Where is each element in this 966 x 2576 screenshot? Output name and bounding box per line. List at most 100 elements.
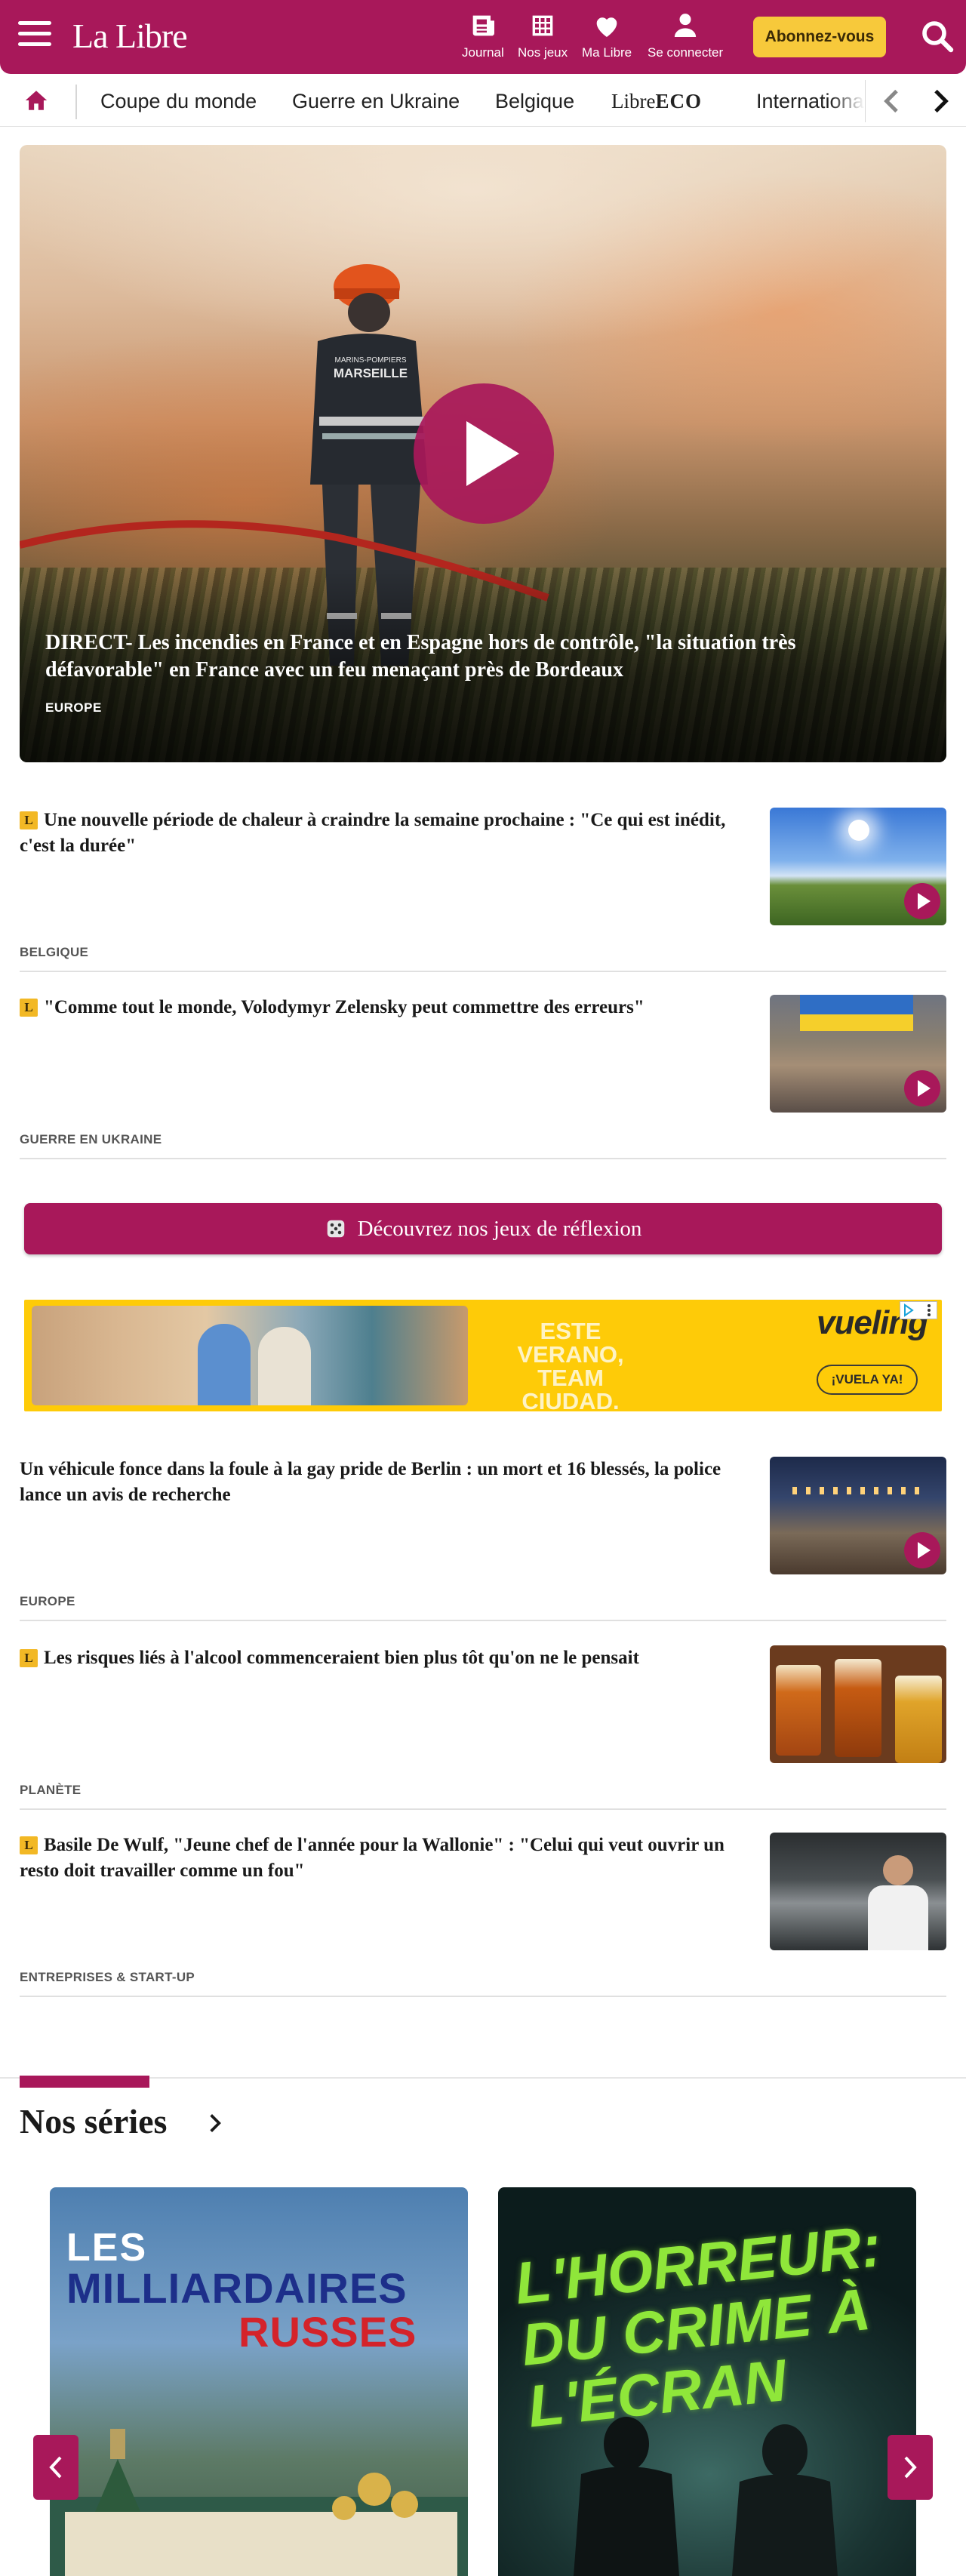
category-libre-eco[interactable]: LibreECO <box>611 88 702 115</box>
article-tag[interactable]: ENTREPRISES & START-UP <box>20 1970 195 1985</box>
article-thumbnail[interactable] <box>770 808 946 925</box>
video-play-button[interactable] <box>904 1532 940 1568</box>
series-card-line-1: LES <box>66 2226 148 2270</box>
helmet-text-1: MARINS-POMPIERS <box>334 356 406 365</box>
puzzle-icon <box>532 15 553 36</box>
chef-face <box>883 1855 913 1885</box>
premium-badge: L <box>20 811 38 829</box>
search-icon[interactable] <box>919 18 955 54</box>
nav-jeux[interactable]: Nos jeux <box>518 11 568 60</box>
helmet-text-2: MARSEILLE <box>334 366 408 380</box>
silhouettes-illustration <box>574 2417 838 2576</box>
dice-icon <box>327 1220 344 1238</box>
divider <box>20 1158 946 1159</box>
site-logo[interactable]: La Libre <box>72 14 188 59</box>
section-accent <box>20 2076 149 2088</box>
divider <box>20 1620 946 1621</box>
chevron-left-icon <box>49 2456 62 2479</box>
chevron-right-icon <box>904 2456 917 2479</box>
article-thumbnail[interactable] <box>770 1457 946 1574</box>
site-header: La Libre Journal Nos jeux Ma Libre Se co… <box>0 0 966 74</box>
flag-blue <box>800 995 913 1014</box>
nav-journal[interactable]: Journal <box>462 11 504 60</box>
article-title[interactable]: L Basile De Wulf, "Jeune chef de l'année … <box>20 1833 744 1884</box>
ad-line-1: ESTE VERANO, <box>517 1318 624 1368</box>
lights-image <box>792 1487 921 1494</box>
heart-icon <box>596 17 617 37</box>
article-title-text: Les risques liés à l'alcool commenceraie… <box>44 1648 639 1668</box>
chef-jacket <box>868 1885 928 1950</box>
nav-label: Ma Libre <box>582 45 632 60</box>
article-tag[interactable]: PLANÈTE <box>20 1783 81 1798</box>
subscribe-button[interactable]: Abonnez-vous <box>753 17 886 57</box>
divider <box>20 1808 946 1810</box>
nav-divider <box>75 85 77 119</box>
video-play-button[interactable] <box>904 883 940 919</box>
article-title[interactable]: L Les risques liés à l'alcool commencerai… <box>20 1645 744 1671</box>
article-tag[interactable]: EUROPE <box>20 1594 75 1609</box>
newspaper-icon <box>472 15 494 36</box>
slider-next-button[interactable] <box>888 2435 933 2500</box>
chevron-left-icon[interactable] <box>878 86 908 116</box>
article-title[interactable]: Un véhicule fonce dans la foule à la gay… <box>20 1457 744 1508</box>
sun-image <box>848 820 869 841</box>
chevron-right-icon[interactable] <box>205 2110 225 2136</box>
games-button[interactable]: Découvrez nos jeux de réflexion <box>24 1203 942 1254</box>
ad-photo <box>32 1306 468 1405</box>
ad-cta-button[interactable]: ¡VUELA YA! <box>817 1365 918 1395</box>
beer-glass-1 <box>776 1665 821 1756</box>
menu-icon[interactable] <box>18 21 51 51</box>
article-tag[interactable]: BELGIQUE <box>20 945 88 960</box>
series-heading[interactable]: Nos séries <box>20 2101 167 2141</box>
slider-prev-button[interactable] <box>33 2435 78 2500</box>
category-coupe-du-monde[interactable]: Coupe du monde <box>100 88 257 115</box>
article-title[interactable]: L Une nouvelle période de chaleur à crain… <box>20 808 744 859</box>
divider <box>20 1996 946 1997</box>
eco-suffix: ECO <box>655 90 702 112</box>
category-belgique[interactable]: Belgique <box>495 88 574 115</box>
hero-article[interactable]: MARINS-POMPIERS MARSEILLE DIRECT- Les in… <box>20 145 946 762</box>
category-nav: Coupe du monde Guerre en Ukraine Belgiqu… <box>0 75 966 127</box>
article-thumbnail[interactable] <box>770 1833 946 1950</box>
adchoices-icon[interactable] <box>900 1301 937 1319</box>
premium-badge: L <box>20 1836 38 1854</box>
article-thumbnail[interactable] <box>770 1645 946 1763</box>
chevron-right-icon[interactable] <box>924 86 955 116</box>
premium-badge: L <box>20 1649 38 1667</box>
nav-label: Nos jeux <box>518 45 568 60</box>
category-guerre-en-ukraine[interactable]: Guerre en Ukraine <box>292 88 460 115</box>
ad-person-2 <box>258 1327 311 1405</box>
article-thumbnail[interactable] <box>770 995 946 1113</box>
home-icon[interactable] <box>23 88 50 113</box>
hero-title[interactable]: DIRECT- Les incendies en France et en Es… <box>45 629 891 684</box>
premium-badge: L <box>20 999 38 1017</box>
kremlin-illustration <box>50 2429 468 2576</box>
ad-headline: ESTE VERANO, TEAM CIUDAD. <box>495 1319 646 1411</box>
divider <box>20 971 946 972</box>
article-title[interactable]: L "Comme tout le monde, Volodymyr Zelensk… <box>20 995 744 1020</box>
nav-label: Se connecter <box>648 45 724 60</box>
hero-tag[interactable]: EUROPE <box>45 700 102 716</box>
nav-label: Journal <box>462 45 504 60</box>
nav-fade <box>830 75 865 125</box>
flag-yellow <box>800 1014 913 1031</box>
article-title-text: Une nouvelle période de chaleur à craind… <box>20 810 726 856</box>
nav-arrows <box>865 80 966 122</box>
article-tag[interactable]: GUERRE EN UKRAINE <box>20 1132 162 1147</box>
series-card[interactable]: L'HORREUR: DU CRIME À L'ÉCRAN <box>498 2187 916 2576</box>
video-play-button[interactable] <box>904 1070 940 1106</box>
games-button-label: Découvrez nos jeux de réflexion <box>357 1216 642 1241</box>
ad-line-3: CIUDAD. <box>521 1388 620 1411</box>
nav-login[interactable]: Se connecter <box>648 11 723 60</box>
beer-glass-2 <box>835 1659 881 1757</box>
nav-ma-libre[interactable]: Ma Libre <box>582 11 632 60</box>
series-card[interactable]: LES MILLIARDAIRES RUSSES <box>50 2187 468 2576</box>
beer-glass-3 <box>895 1676 942 1763</box>
ad-person-1 <box>198 1324 251 1405</box>
video-play-button[interactable] <box>414 383 554 524</box>
user-icon <box>674 14 697 37</box>
series-card-line-2: MILLIARDAIRES <box>66 2264 408 2312</box>
article-title-text: Basile De Wulf, "Jeune chef de l'année p… <box>20 1835 724 1881</box>
advertisement[interactable]: ESTE VERANO, TEAM CIUDAD. vueling ¡VUELA… <box>24 1300 942 1411</box>
ad-line-2: TEAM <box>537 1365 604 1391</box>
